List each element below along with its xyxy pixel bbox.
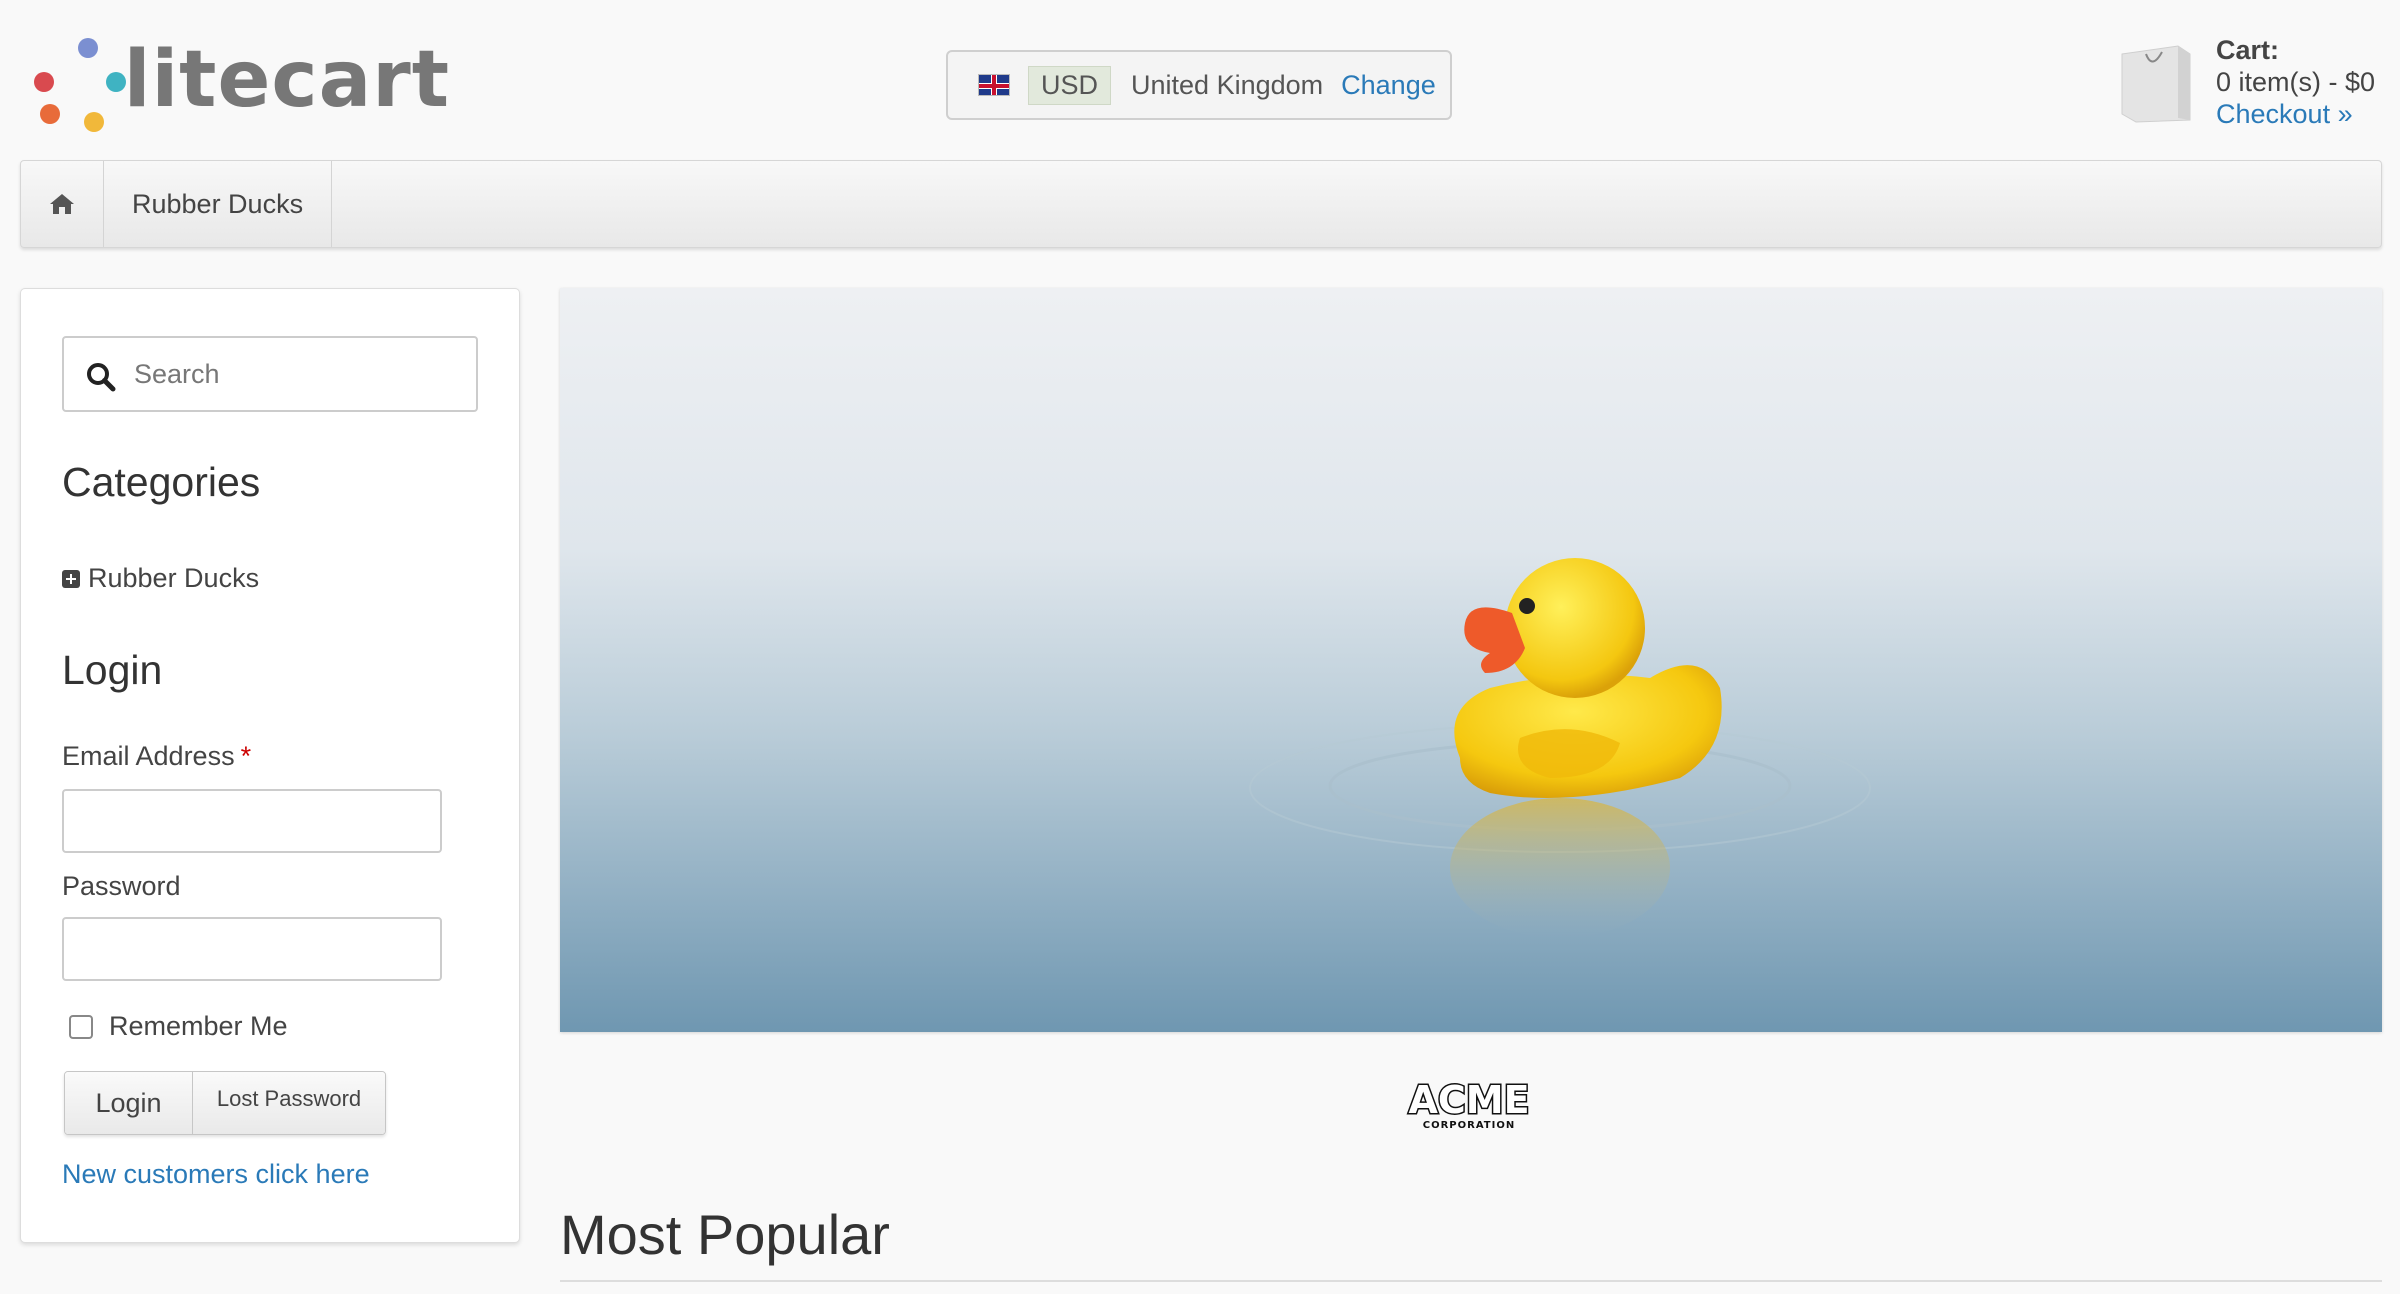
cart-summary: 0 item(s) - $0 [2216,67,2376,97]
login-heading: Login [62,647,163,693]
category-label: Rubber Ducks [88,563,260,593]
search-box [62,336,478,412]
change-region-link[interactable]: Change [1341,70,1436,101]
categories-heading: Categories [62,459,261,505]
required-mark: * [240,741,252,771]
lost-password-button[interactable]: Lost Password [193,1072,385,1134]
rubber-duck-image [560,288,2382,1032]
uk-flag-icon [978,74,1010,96]
main-navigation: Rubber Ducks [20,160,2382,248]
search-icon [87,363,116,392]
currency-badge: USD [1028,65,1112,105]
acme-logo-subtext: CORPORATION [1423,1120,1515,1131]
remember-me-label: Remember Me [109,1011,288,1041]
email-label: Email Address * [62,741,251,772]
country-label: United Kingdom [1131,69,1324,100]
region-selector[interactable]: USD United Kingdom Change [946,50,1452,120]
most-popular-heading: Most Popular [560,1203,890,1266]
new-customers-link[interactable]: New customers click here [62,1159,370,1190]
email-label-text: Email Address [62,741,235,771]
sidebar: Categories Rubber Ducks Login Email Addr… [20,288,520,1243]
expand-plus-icon [62,569,80,588]
password-label: Password [62,871,181,901]
remember-me-checkbox[interactable] [69,1014,93,1039]
login-button[interactable]: Login [65,1072,193,1134]
acme-logo-text: ACME [1408,1078,1529,1122]
category-item-rubber-ducks[interactable]: Rubber Ducks [62,563,259,594]
remember-me: Remember Me [69,1011,288,1042]
home-icon [50,194,74,214]
hero-banner[interactable] [560,288,2382,1032]
checkout-link[interactable]: Checkout » [2216,98,2375,130]
email-field[interactable] [62,789,442,853]
store-logo[interactable]: litecart [30,34,450,134]
logo-dots-icon [30,34,126,134]
nav-home-button[interactable] [21,161,104,247]
nav-item-rubber-ducks[interactable]: Rubber Ducks [104,161,333,247]
shopping-bag-icon [2121,45,2191,123]
cart-widget[interactable]: Cart: 0 item(s) - $0 Checkout » [2116,34,2386,134]
login-button-group: Login Lost Password [64,1071,386,1135]
logo-text: litecart [123,35,450,125]
cart-title: Cart: [2216,35,2280,65]
acme-logo-icon: ACME CORPORATION [1407,1077,1531,1132]
acme-manufacturer-logo[interactable]: ACME CORPORATION [1403,1075,1535,1132]
section-divider [560,1280,2382,1282]
search-input[interactable] [134,338,464,410]
password-field[interactable] [62,917,442,981]
